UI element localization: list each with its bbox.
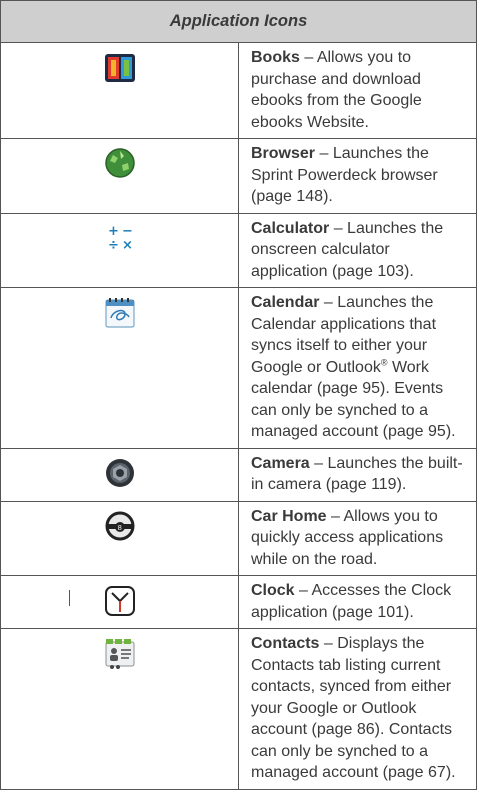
svg-text:8: 8 [117,524,121,532]
books-icon [103,51,137,90]
app-description: – Displays the Contacts tab listing curr… [251,635,456,781]
column-divider [69,590,70,606]
calculator-icon: + − ÷ × [105,222,135,257]
table-row: Calendar – Launches the Calendar applica… [0,287,477,449]
app-name: Books [251,49,300,66]
app-name: Calendar [251,294,320,311]
table-header: Application Icons [0,0,477,43]
table-row: Clock – Accesses the Clock application (… [0,575,477,629]
browser-icon [104,147,136,184]
application-icons-table: Application Icons Books – Allows you to … [0,0,477,790]
app-name: Camera [251,454,310,472]
app-name: Contacts [251,635,320,652]
table-row: + − ÷ × Calculator – Launches the onscre… [0,212,477,288]
clock-icon [103,584,137,623]
table-row: Contacts – Displays the Contacts tab lis… [0,628,477,790]
camera-icon [104,457,136,494]
contacts-icon [103,637,137,676]
table-row: Camera – Launches the built-in camera (p… [0,447,477,502]
app-name: Car Home [251,507,327,525]
table-row: Browser – Launches the Sprint Powerdeck … [0,138,477,214]
app-name: Browser [251,145,316,162]
svg-text:×: × [122,238,133,252]
svg-text:÷: ÷ [108,238,119,252]
svg-text:+: + [108,224,119,239]
app-name: Clock [251,582,295,599]
table-row: Books – Allows you to purchase and downl… [0,42,477,139]
calendar-icon [103,296,137,335]
app-name: Calculator [251,219,330,237]
table-row: 8 Car Home – Allows you to quickly acces… [0,500,477,576]
car-home-icon: 8 [104,510,136,547]
registered-mark: ® [380,357,388,368]
svg-text:−: − [122,224,133,239]
